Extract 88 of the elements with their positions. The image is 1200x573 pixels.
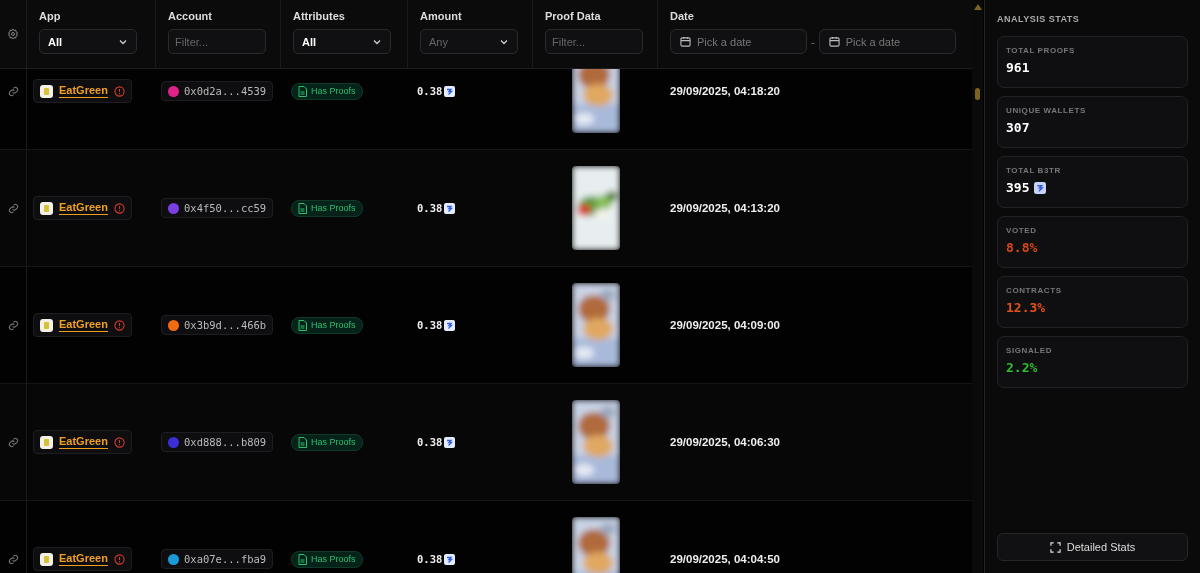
document-icon: [298, 202, 307, 214]
scrollbar-thumb[interactable]: [975, 88, 980, 100]
stat-value: 307: [1006, 120, 1030, 135]
attribute-badge: Has Proofs: [291, 550, 363, 568]
link-icon[interactable]: [7, 202, 19, 214]
column-header: Attributes: [293, 10, 346, 22]
alert-icon: [113, 553, 125, 565]
app-logo-icon: [40, 435, 53, 449]
app-logo-icon: [40, 84, 53, 98]
alert-icon: [113, 319, 125, 331]
calendar-icon: [828, 36, 840, 47]
date-text: 29/09/2025, 04:09:00: [670, 319, 780, 331]
app-name-link[interactable]: EatGreen: [59, 552, 108, 566]
token-icon: [444, 319, 456, 331]
account-chip[interactable]: 0x4f50...cc59: [161, 198, 274, 218]
stat-value: 8.8%: [1006, 240, 1038, 255]
stat-label: SIGNALED: [1006, 346, 1054, 355]
column-header: Date: [670, 10, 695, 22]
date-text: 29/09/2025, 04:06:30: [670, 436, 780, 448]
filter-field[interactable]: Filter...: [545, 29, 643, 54]
app-chip[interactable]: EatGreen: [33, 79, 132, 103]
stat-label: VOTED: [1006, 226, 1038, 235]
app-chip[interactable]: EatGreen: [33, 196, 132, 220]
filter-dropdown[interactable]: All: [293, 29, 391, 54]
settings-icon[interactable]: [7, 28, 19, 40]
account-chip[interactable]: 0x0d2a...4539: [161, 81, 274, 101]
amount-value: 0.38: [417, 202, 443, 214]
filter-dropdown[interactable]: All: [39, 29, 137, 54]
link-icon[interactable]: [7, 553, 19, 565]
document-icon: [298, 553, 307, 565]
attribute-badge: Has Proofs: [291, 82, 363, 100]
date-text: 29/09/2025, 04:18:20: [670, 85, 780, 97]
detailed-stats-button[interactable]: Detailed Stats: [997, 533, 1188, 561]
column-header: Amount: [420, 10, 463, 22]
stat-value: 395: [1006, 180, 1030, 195]
stat-label: CONTRACTS: [1006, 286, 1063, 295]
document-icon: [298, 85, 307, 97]
document-icon: [298, 319, 307, 331]
panel-title: ANALYSIS STATS: [997, 14, 1081, 24]
document-icon: [298, 436, 307, 448]
filter-field[interactable]: Filter...: [168, 29, 266, 54]
expand-icon: [1049, 541, 1061, 553]
app-name-link[interactable]: EatGreen: [59, 318, 108, 332]
column-header: App: [39, 10, 62, 22]
column-header: Account: [168, 10, 213, 22]
amount-value: 0.38: [417, 319, 443, 331]
token-icon: [444, 436, 456, 448]
stat-label: UNIQUE WALLETS: [1006, 106, 1087, 115]
account-chip[interactable]: 0x3b9d...466b: [161, 315, 274, 335]
column-header: Proof Data: [545, 10, 602, 22]
attribute-badge: Has Proofs: [291, 433, 363, 451]
token-icon: [444, 85, 456, 97]
amount-value: 0.38: [417, 85, 443, 97]
app-name-link[interactable]: EatGreen: [59, 84, 108, 98]
app-logo-icon: [40, 318, 53, 332]
alert-icon: [113, 202, 125, 214]
app-name-link[interactable]: EatGreen: [59, 201, 108, 215]
app-name-link[interactable]: EatGreen: [59, 435, 108, 449]
account-chip[interactable]: 0xa07e...fba9: [161, 549, 274, 569]
token-icon: [444, 553, 456, 565]
range-separator: -: [811, 35, 815, 48]
date-picker[interactable]: Pick a date: [670, 29, 807, 54]
amount-value: 0.38: [417, 553, 443, 565]
link-icon[interactable]: [7, 436, 19, 448]
stat-label: TOTAL B3TR: [1006, 166, 1062, 175]
alert-icon: [113, 85, 125, 97]
amount-value: 0.38: [417, 436, 443, 448]
date-picker[interactable]: Pick a date: [818, 29, 956, 54]
date-text: 29/09/2025, 04:04:50: [670, 553, 780, 565]
account-chip[interactable]: 0xd888...b809: [161, 432, 274, 452]
app-chip[interactable]: EatGreen: [33, 547, 132, 571]
date-text: 29/09/2025, 04:13:20: [670, 202, 780, 214]
stat-label: TOTAL PROOFS: [1006, 46, 1076, 55]
app-chip[interactable]: EatGreen: [33, 313, 132, 337]
stat-value: 2.2%: [1006, 360, 1038, 375]
stat-value: 12.3%: [1006, 300, 1046, 315]
app-logo-icon: [40, 552, 53, 566]
token-icon: [444, 202, 456, 214]
scroll-up-icon[interactable]: [973, 4, 982, 10]
app-chip[interactable]: EatGreen: [33, 430, 132, 454]
link-icon[interactable]: [7, 85, 19, 97]
calendar-icon: [680, 36, 691, 47]
stat-value: 961: [1006, 60, 1030, 75]
attribute-badge: Has Proofs: [291, 199, 363, 217]
link-icon[interactable]: [7, 319, 19, 331]
app-logo-icon: [40, 201, 53, 215]
alert-icon: [113, 436, 125, 448]
attribute-badge: Has Proofs: [291, 316, 363, 334]
